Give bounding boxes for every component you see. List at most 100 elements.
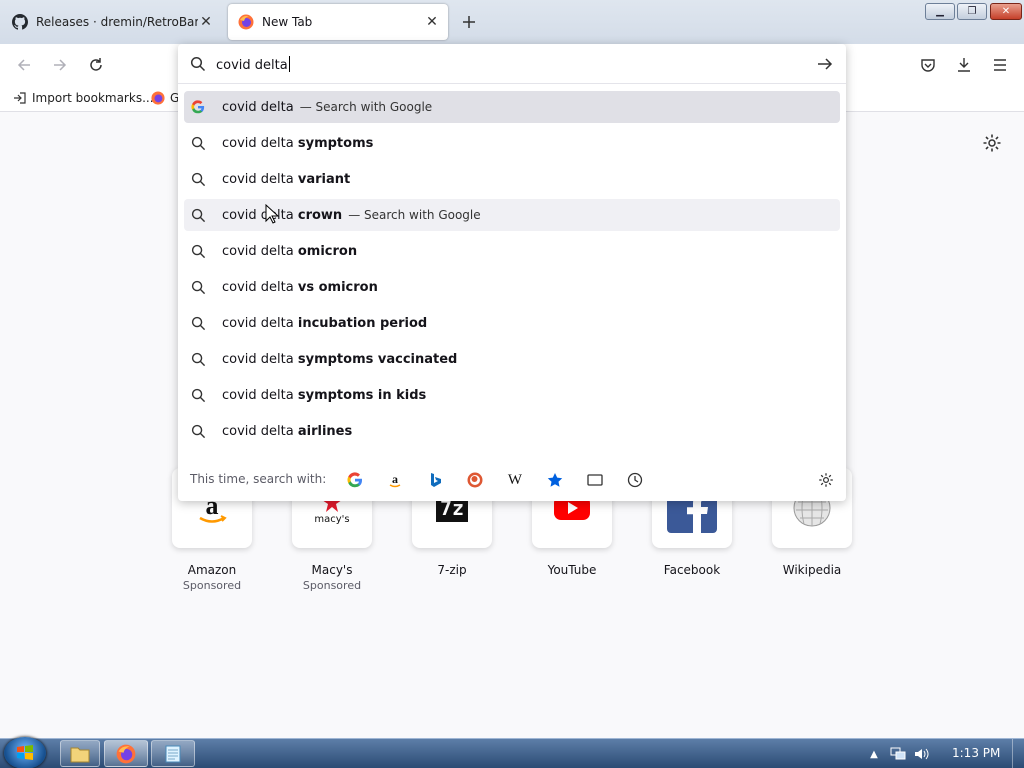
notepad-icon [165, 745, 181, 762]
suggestion-action: — Search with Google [348, 208, 481, 222]
search-suggestion[interactable]: covid delta incubation period [184, 307, 840, 339]
tab-title: Releases · dremin/RetroBar · Git [36, 15, 198, 29]
suggestion-completion: airlines [297, 423, 353, 439]
bookmark-label: Import bookmarks... [32, 91, 154, 105]
suggestion-completion: symptoms [297, 135, 374, 151]
oneoff-bing[interactable] [425, 470, 445, 490]
search-suggestion[interactable]: covid delta symptoms [184, 127, 840, 159]
search-suggestion[interactable]: covid delta — Search with Google [184, 91, 840, 123]
search-icon [190, 351, 206, 367]
google-icon [347, 472, 362, 488]
one-off-search-bar: This time, search with: a W [178, 456, 846, 501]
tab-new-tab[interactable]: New Tab ✕ [228, 4, 448, 40]
suggestion-action: — Search with Google [299, 100, 433, 114]
search-suggestion[interactable]: covid delta symptoms vaccinated [184, 343, 840, 375]
new-tab-button[interactable] [458, 11, 480, 33]
network-icon[interactable] [890, 746, 906, 762]
gear-icon[interactable] [982, 133, 1002, 153]
back-button[interactable] [14, 55, 34, 75]
arrow-left-icon [17, 59, 30, 71]
reload-button[interactable] [86, 55, 106, 75]
urlbar-input-row: covid delta [178, 44, 846, 84]
oneoff-duckduckgo[interactable] [465, 470, 485, 490]
downloads-button[interactable] [954, 55, 974, 75]
close-icon[interactable]: ✕ [198, 14, 214, 30]
search-suggestion[interactable]: covid delta variant [184, 163, 840, 195]
restore-icon: ❐ [967, 6, 977, 17]
firefox-icon [150, 90, 166, 106]
oneoff-tabs[interactable] [585, 470, 605, 490]
suggestion-completion: symptoms vaccinated [297, 351, 458, 367]
pocket-icon [921, 59, 935, 72]
start-button[interactable] [4, 737, 46, 768]
wikipedia-icon: W [507, 471, 523, 488]
close-icon[interactable]: ✕ [424, 14, 440, 30]
minimize-button[interactable]: ▁ [925, 3, 955, 20]
pocket-button[interactable] [918, 55, 938, 75]
oneoff-wikipedia[interactable]: W [505, 470, 525, 490]
window-close-button[interactable]: ✕ [990, 3, 1022, 20]
go-arrow-icon[interactable] [816, 56, 834, 72]
suggestion-completion: variant [297, 171, 351, 187]
suggestion-typed-text: covid delta [222, 171, 298, 187]
suggestion-typed-text: covid delta [222, 207, 298, 223]
search-icon [190, 423, 206, 439]
bookmark-item[interactable]: G [150, 90, 179, 106]
tabs-icon [587, 474, 603, 486]
suggestion-typed-text: covid delta [222, 423, 298, 439]
tab-github-releases[interactable]: Releases · dremin/RetroBar · Git ✕ [2, 4, 222, 40]
search-suggestion[interactable]: covid delta omicron [184, 235, 840, 267]
suggestion-typed-text: covid delta [222, 135, 298, 151]
forward-button[interactable] [50, 55, 70, 75]
urlbar-input[interactable]: covid delta [216, 56, 290, 73]
suggestion-completion: symptoms in kids [297, 387, 427, 403]
suggestion-typed-text: covid delta [222, 351, 298, 367]
tray-expand-icon[interactable]: ▲ [866, 746, 882, 762]
shortcut-title: Wikipedia [782, 563, 842, 577]
search-icon [190, 243, 206, 259]
search-suggestion[interactable]: covid delta airlines [184, 415, 840, 447]
search-suggestion[interactable]: covid delta vs omicron [184, 271, 840, 303]
import-icon [12, 90, 28, 106]
mouse-cursor-icon [265, 204, 279, 224]
svg-text:a: a [392, 472, 398, 486]
minimize-icon: ▁ [936, 6, 944, 17]
oneoff-bookmarks[interactable] [545, 470, 565, 490]
arrow-right-icon [54, 59, 67, 71]
restore-button[interactable]: ❐ [957, 3, 987, 20]
oneoff-history[interactable] [625, 470, 645, 490]
search-settings-button[interactable] [816, 470, 836, 490]
urlbar-popup: covid delta covid delta — Search with Goo… [178, 44, 846, 501]
search-suggestion[interactable]: covid delta crown — Search with Google [184, 199, 840, 231]
search-icon [190, 56, 206, 72]
windows-taskbar: ▲ 1:13 PM [0, 737, 1024, 768]
bing-icon [431, 473, 441, 487]
taskbar-firefox[interactable] [104, 740, 148, 767]
taskbar-notepad[interactable] [151, 740, 195, 767]
suggestion-typed-text: covid delta [222, 279, 298, 295]
hamburger-icon [994, 59, 1006, 71]
shortcut-title: Amazon [187, 563, 237, 577]
reload-icon [90, 58, 102, 71]
volume-icon[interactable] [914, 746, 930, 762]
search-icon [190, 279, 206, 295]
shortcut-title: YouTube [547, 563, 597, 577]
firefox-icon [116, 744, 136, 763]
bookmark-import[interactable]: Import bookmarks... [12, 90, 154, 106]
plus-icon [463, 16, 475, 28]
search-suggestion[interactable]: covid delta symptoms in kids [184, 379, 840, 411]
oneoff-amazon[interactable]: a [385, 470, 405, 490]
oneoff-google[interactable] [345, 470, 365, 490]
suggestion-completion: crown [297, 207, 343, 223]
amazon-icon: a [389, 472, 401, 488]
clock[interactable]: 1:13 PM [952, 746, 1000, 760]
show-desktop-button[interactable] [1012, 739, 1024, 768]
suggestion-typed-text: covid delta [222, 315, 298, 331]
taskbar-explorer[interactable] [60, 740, 100, 767]
one-off-label: This time, search with: [190, 472, 327, 486]
history-icon [627, 472, 643, 488]
download-icon [958, 58, 970, 72]
menu-button[interactable] [990, 55, 1010, 75]
search-icon [190, 315, 206, 331]
gear-icon [819, 473, 833, 487]
